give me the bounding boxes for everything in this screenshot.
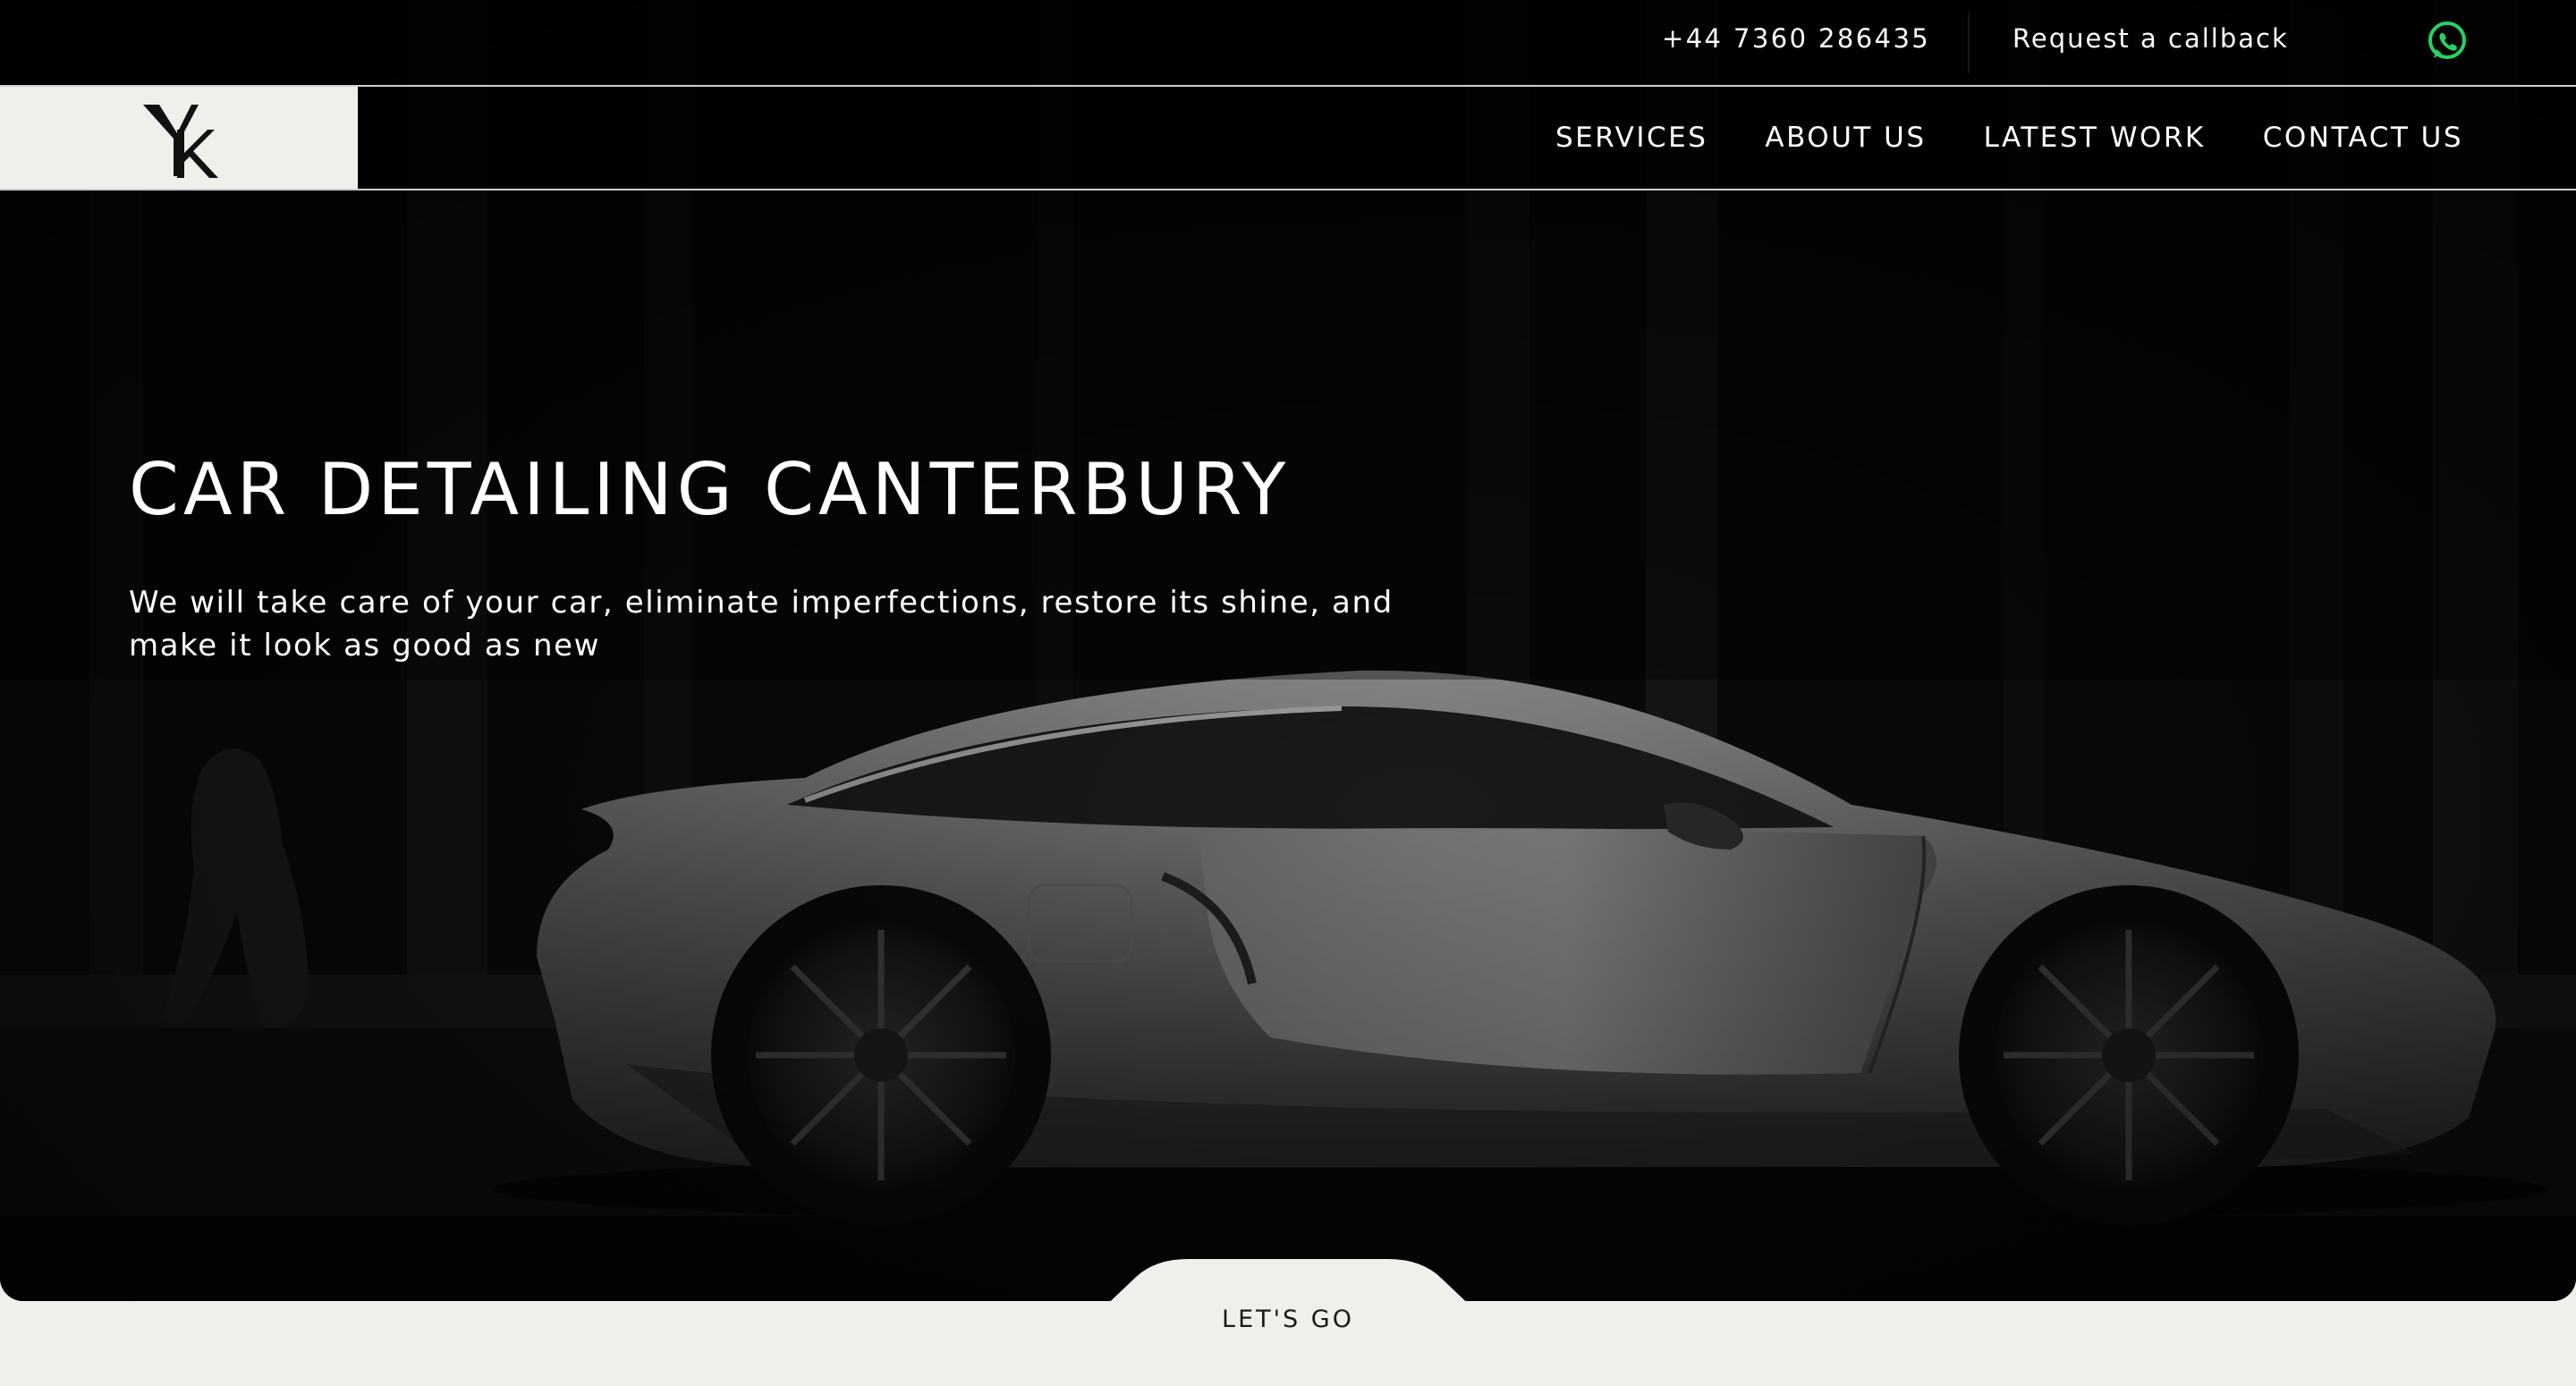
hero-section: +44 7360 286435 Request a callback SERVI… [0,0,2576,1301]
logo[interactable] [0,87,358,189]
lets-go-tab-shape [1098,1259,1478,1313]
whatsapp-icon[interactable] [2426,20,2469,63]
top-contact-bar: +44 7360 286435 Request a callback [0,0,2576,87]
page: +44 7360 286435 Request a callback SERVI… [0,0,2576,1386]
nav-links: SERVICES ABOUT US LATEST WORK CONTACT US [1555,87,2463,189]
nav-item-contact-us[interactable]: CONTACT US [2263,122,2463,154]
phone-link[interactable]: +44 7360 286435 [1662,23,1930,54]
request-callback-link[interactable]: Request a callback [2012,23,2289,54]
hero-subtitle: We will take care of your car, eliminate… [129,585,1394,663]
yk-monogram-logo [143,105,218,178]
lets-go-button[interactable]: LET'S GO [1109,1306,1467,1333]
nav-item-latest-work[interactable]: LATEST WORK [1984,122,2206,154]
nav-item-services[interactable]: SERVICES [1555,122,1707,154]
main-navbar: SERVICES ABOUT US LATEST WORK CONTACT US [0,87,2576,190]
nav-item-about-us[interactable]: ABOUT US [1765,122,1926,154]
topbar-divider [1968,13,1970,73]
hero-title: CAR DETAILING CANTERBURY [129,448,1291,531]
